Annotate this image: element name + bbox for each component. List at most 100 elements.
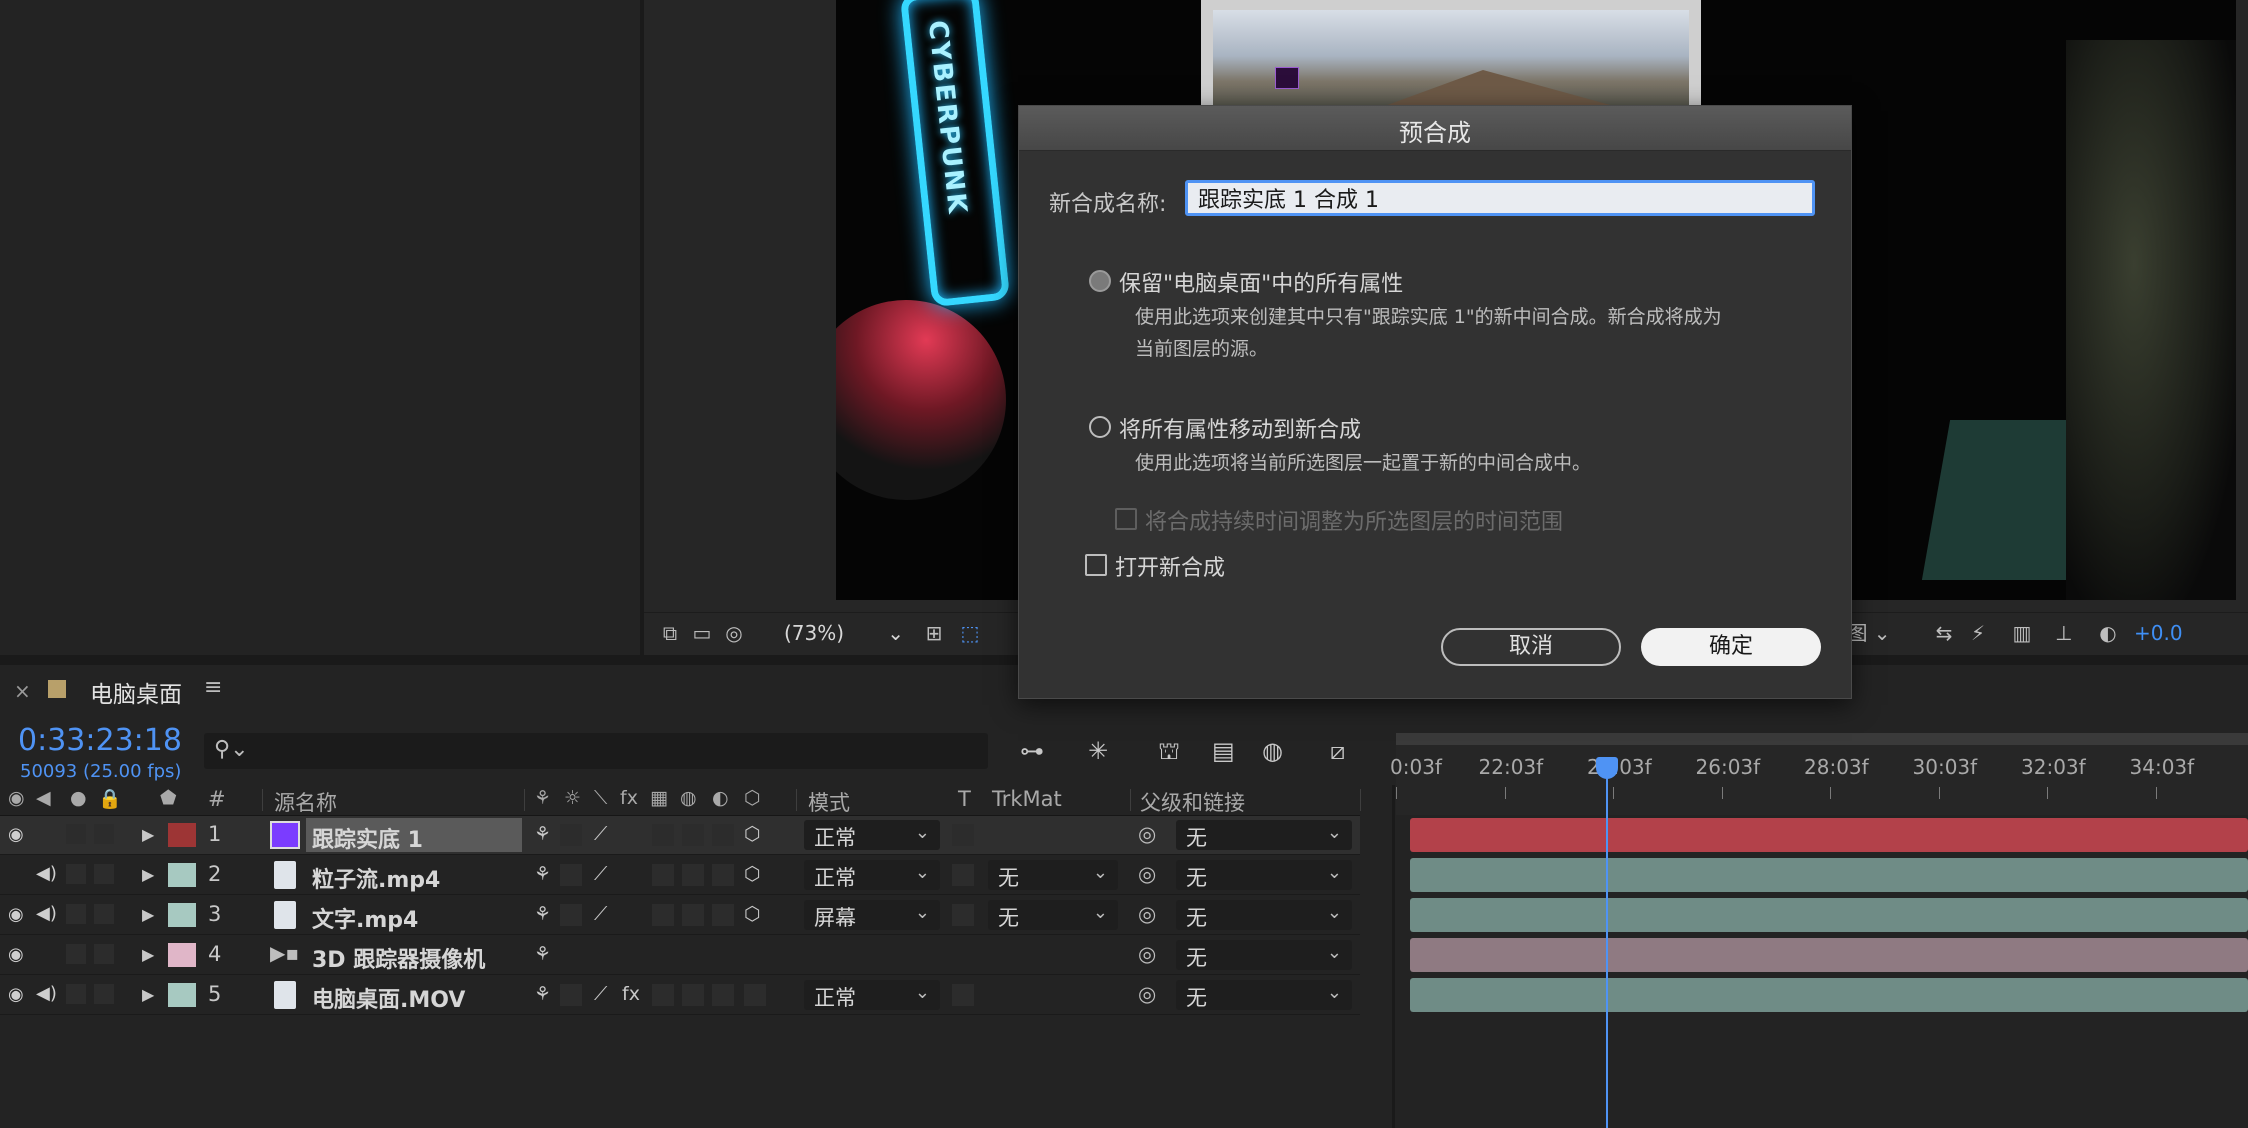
- parent-dropdown[interactable]: 无 ⌄: [1176, 980, 1352, 1010]
- motion-blur-switch[interactable]: [682, 904, 704, 926]
- frame-blend-switch[interactable]: [652, 824, 674, 846]
- blend-mode-dropdown[interactable]: 正常 ⌄: [804, 820, 940, 850]
- solo-switch[interactable]: [66, 864, 86, 884]
- audio-speaker-icon[interactable]: ◀): [36, 903, 57, 924]
- adjustment-switch[interactable]: [712, 824, 734, 846]
- tab-title[interactable]: 电脑桌面: [90, 675, 182, 709]
- graph-editor-icon[interactable]: ⧄: [1330, 737, 1345, 765]
- motion-blur-switch[interactable]: [682, 984, 704, 1006]
- region-of-interest-icon[interactable]: ⬚: [956, 619, 984, 647]
- fx-switch-icon[interactable]: fx: [622, 983, 640, 1005]
- source-name-header[interactable]: 源名称: [274, 787, 337, 817]
- expand-triangle-icon[interactable]: ▶: [142, 825, 154, 844]
- layer-search-input[interactable]: ⚲⌄: [204, 733, 988, 769]
- frame-blend-switch[interactable]: [652, 904, 674, 926]
- solo-switch[interactable]: [66, 904, 86, 924]
- label-color[interactable]: [168, 863, 196, 887]
- adjustment-switch[interactable]: [712, 904, 734, 926]
- exposure-icon[interactable]: ◐: [2094, 619, 2122, 647]
- quality-switch-icon[interactable]: ⟋: [594, 863, 607, 885]
- parent-pickwhip-icon[interactable]: ◎: [1138, 902, 1156, 926]
- collapse-switch[interactable]: [560, 824, 582, 846]
- grid-icon[interactable]: ⊞: [920, 619, 948, 647]
- visibility-eye-icon[interactable]: ◉: [8, 944, 24, 965]
- fast-preview-icon[interactable]: ⚡: [1964, 619, 1992, 647]
- ok-button[interactable]: 确定: [1641, 628, 1821, 666]
- panel-menu-icon[interactable]: ≡: [204, 675, 222, 700]
- lock-switch[interactable]: [94, 864, 114, 884]
- audio-speaker-icon[interactable]: ◀): [36, 983, 57, 1004]
- flowchart-icon[interactable]: ⊥: [2050, 619, 2078, 647]
- lock-switch[interactable]: [94, 904, 114, 924]
- preserve-transparency-switch[interactable]: [952, 864, 974, 886]
- cancel-button[interactable]: 取消: [1441, 628, 1621, 666]
- timeline-icon[interactable]: ▥: [2008, 619, 2036, 647]
- visibility-eye-icon[interactable]: ◉: [8, 984, 24, 1005]
- solo-switch[interactable]: [66, 824, 86, 844]
- quality-switch-icon[interactable]: ⟋: [594, 903, 607, 925]
- layer-clip-bar[interactable]: [1410, 938, 2248, 972]
- mask-icon[interactable]: ◎: [720, 619, 748, 647]
- collapse-switch[interactable]: [560, 984, 582, 1006]
- layer-row[interactable]: ◉ ◀) ▶ 5 电脑桌面.MOV ⚘ ⟋ fx 正常 ⌄ ◎ 无 ⌄: [0, 976, 1360, 1015]
- shy-switch-icon[interactable]: ⚘: [534, 943, 551, 965]
- expand-triangle-icon[interactable]: ▶: [142, 945, 154, 964]
- parent-pickwhip-icon[interactable]: ◎: [1138, 942, 1156, 966]
- layer-row[interactable]: ◉ ▶ 1 跟踪实底 1 ⚘ ⟋ ⬡ 正常 ⌄ ◎ 无 ⌄: [0, 816, 1360, 855]
- parent-pickwhip-icon[interactable]: ◎: [1138, 862, 1156, 886]
- adjustment-switch[interactable]: [712, 984, 734, 1006]
- preserve-transparency-switch[interactable]: [952, 984, 974, 1006]
- parent-dropdown[interactable]: 无 ⌄: [1176, 900, 1352, 930]
- shy-switch-icon[interactable]: ⚘: [534, 863, 551, 885]
- draft-3d-icon[interactable]: ✳: [1088, 737, 1108, 765]
- timeline-divider[interactable]: [1392, 785, 1395, 1128]
- expand-triangle-icon[interactable]: ▶: [142, 985, 154, 1004]
- shy-switch-icon[interactable]: ⚘: [534, 823, 551, 845]
- layer-row[interactable]: ◀) ▶ 2 粒子流.mp4 ⚘ ⟋ ⬡ 正常 ⌄ 无 ⌄ ◎ 无 ⌄: [0, 856, 1360, 895]
- playhead-line[interactable]: [1606, 765, 1608, 1128]
- shy-switch-icon[interactable]: ⚘: [534, 903, 551, 925]
- adjust-duration-checkbox[interactable]: [1115, 508, 1137, 530]
- motion-blur-switch[interactable]: [682, 864, 704, 886]
- open-new-comp-checkbox[interactable]: [1085, 554, 1107, 576]
- adjustment-switch[interactable]: [712, 864, 734, 886]
- motion-blur-icon[interactable]: ◍: [1262, 737, 1283, 765]
- solo-switch[interactable]: [66, 984, 86, 1004]
- lock-switch[interactable]: [94, 824, 114, 844]
- trkmat-dropdown[interactable]: 无 ⌄: [988, 860, 1118, 890]
- frame-blend-switch[interactable]: [652, 984, 674, 1006]
- parent-dropdown[interactable]: 无 ⌄: [1176, 940, 1352, 970]
- layer-clip-bar[interactable]: [1410, 978, 2248, 1012]
- 3d-layer-switch[interactable]: [744, 984, 766, 1006]
- visibility-eye-icon[interactable]: ◉: [8, 824, 24, 845]
- layer-clip-bar[interactable]: [1410, 818, 2248, 852]
- parent-dropdown[interactable]: 无 ⌄: [1176, 820, 1352, 850]
- quality-switch-icon[interactable]: ⟋: [594, 983, 607, 1005]
- exposure-value[interactable]: +0.0: [2134, 619, 2183, 647]
- audio-speaker-icon[interactable]: ◀): [36, 863, 57, 884]
- visibility-eye-icon[interactable]: ◉: [8, 904, 24, 925]
- label-color[interactable]: [168, 903, 196, 927]
- shy-layers-icon[interactable]: ⛫: [1158, 737, 1180, 768]
- layer-name[interactable]: 粒子流.mp4: [312, 862, 440, 894]
- layer-clip-bar[interactable]: [1410, 898, 2248, 932]
- layer-row[interactable]: ◉ ◀) ▶ 3 文字.mp4 ⚘ ⟋ ⬡ 屏幕 ⌄ 无 ⌄ ◎ 无 ⌄: [0, 896, 1360, 935]
- lock-switch[interactable]: [94, 984, 114, 1004]
- solo-switch[interactable]: [66, 944, 86, 964]
- layer-name[interactable]: 电脑桌面.MOV: [312, 982, 465, 1014]
- dialog-titlebar[interactable]: 预合成: [1019, 106, 1851, 151]
- label-color[interactable]: [168, 983, 196, 1007]
- work-area-bar[interactable]: [1396, 733, 2248, 745]
- parent-pickwhip-icon[interactable]: ◎: [1138, 822, 1156, 846]
- expand-triangle-icon[interactable]: ▶: [142, 865, 154, 884]
- blend-mode-dropdown[interactable]: 正常 ⌄: [804, 980, 940, 1010]
- keep-attributes-label[interactable]: 保留"电脑桌面"中的所有属性: [1119, 266, 1403, 298]
- time-ruler[interactable]: 0:03f 22:03f 24:03f 26:03f 28:03f 30:03f 32:03…: [1390, 733, 2248, 815]
- current-time-display[interactable]: 0:33:23:18: [18, 723, 182, 758]
- blend-mode-dropdown[interactable]: 正常 ⌄: [804, 860, 940, 890]
- expand-triangle-icon[interactable]: ▶: [142, 905, 154, 924]
- comp-flowchart-icon[interactable]: ⊶: [1020, 737, 1044, 765]
- reset-exposure-icon[interactable]: ⇆: [1930, 619, 1958, 647]
- monitor-icon[interactable]: ▭: [688, 619, 716, 647]
- zoom-dropdown[interactable]: (73%) ⌄: [784, 619, 904, 647]
